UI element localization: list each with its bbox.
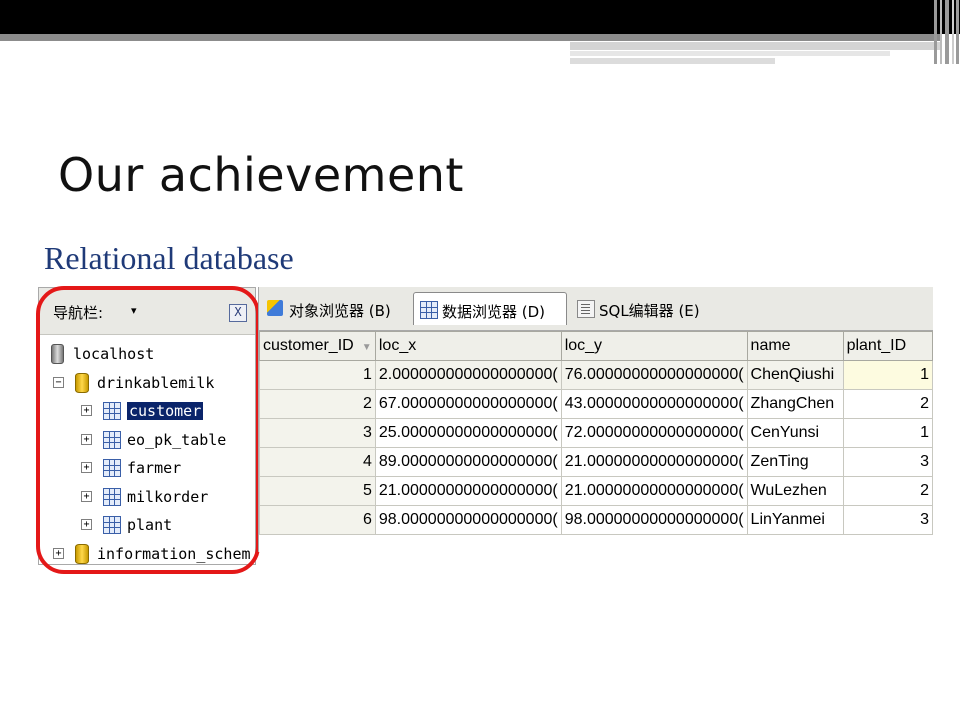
object-browser-icon [267,300,283,316]
decorative-stripe [570,51,890,56]
grid-header-row: customer_ID ▼ loc_x loc_y name plant_ID [259,331,934,361]
data-grid: customer_ID ▼ loc_x loc_y name plant_ID 1… [259,331,934,535]
decorative-stripe [570,58,775,64]
tab-object-browser[interactable]: 对象浏览器 (B) [261,292,407,324]
tab-bar: 对象浏览器 (B) 数据浏览器 (D) SQL编辑器 (E) [259,287,933,331]
column-header-plant-id[interactable]: plant_ID [842,331,934,361]
table-cell-plant-id[interactable]: 3 [842,505,934,535]
slide-subtitle: Relational database [44,240,294,276]
table-row[interactable]: 5 21.00000000000000000(21.000000000000000… [259,476,934,506]
table-cell-name[interactable]: CenYunsi [746,418,844,448]
sort-arrow-icon: ▼ [361,342,372,353]
column-header-loc-x[interactable]: loc_x [374,331,562,361]
column-header-name[interactable]: name [746,331,844,361]
decorative-stripe [570,42,940,50]
table-cell-plant-id[interactable]: 3 [842,447,934,477]
table-cell-loc-y[interactable]: 21.00000000000000000( [560,447,748,477]
table-cell-loc-x[interactable]: 98.00000000000000000( [374,505,562,535]
table-cell-loc-y[interactable]: 72.00000000000000000( [560,418,748,448]
table-row[interactable]: 6 98.00000000000000000(98.000000000000000… [259,505,934,535]
tab-label: 数据浏览器 (D) [442,303,546,321]
tab-label: SQL编辑器 (E) [599,302,700,320]
table-cell-loc-y[interactable]: 21.00000000000000000( [560,476,748,506]
top-banner-bar [0,0,960,34]
table-cell-plant-id[interactable]: 2 [842,389,934,419]
table-row[interactable]: 3 25.00000000000000000(72.000000000000000… [259,418,934,448]
column-header-loc-y[interactable]: loc_y [560,331,748,361]
data-browser-icon [420,301,438,319]
slide-title: Our achievement [58,148,464,202]
table-cell-loc-x[interactable]: 25.00000000000000000( [374,418,562,448]
table-cell-loc-x[interactable]: 67.00000000000000000( [374,389,562,419]
data-browser-panel: 对象浏览器 (B) 数据浏览器 (D) SQL编辑器 (E) customer_… [258,287,934,552]
highlight-circle [36,286,260,574]
table-cell-name[interactable]: ZhangChen [746,389,844,419]
tab-label: 对象浏览器 (B) [289,302,391,320]
table-cell-name[interactable]: ChenQiushi [746,360,844,390]
table-cell-plant-id[interactable]: 2 [842,476,934,506]
table-cell-customer-id[interactable]: 5 [259,476,376,506]
table-row[interactable]: 4 89.00000000000000000(21.000000000000000… [259,447,934,477]
tab-data-browser[interactable]: 数据浏览器 (D) [413,292,567,325]
table-cell-name[interactable]: ZenTing [746,447,844,477]
table-cell-loc-y[interactable]: 76.00000000000000000( [560,360,748,390]
table-cell-loc-y[interactable]: 98.00000000000000000( [560,505,748,535]
table-cell-loc-x[interactable]: 89.00000000000000000( [374,447,562,477]
table-row[interactable]: 2 67.00000000000000000(43.000000000000000… [259,389,934,419]
table-cell-customer-id[interactable]: 6 [259,505,376,535]
table-cell-plant-id[interactable]: 1 [842,360,934,390]
table-cell-name[interactable]: LinYanmei [746,505,844,535]
table-cell-customer-id[interactable]: 4 [259,447,376,477]
table-cell-customer-id[interactable]: 2 [259,389,376,419]
table-row[interactable]: 1 2.000000000000000000(76.000000000000000… [259,360,934,390]
sql-editor-icon [577,300,595,318]
table-cell-customer-id[interactable]: 1 [259,360,376,390]
top-banner-shadow [0,34,940,41]
tab-sql-editor[interactable]: SQL编辑器 (E) [571,292,721,324]
table-cell-name[interactable]: WuLezhen [746,476,844,506]
decorative-vertical-stripes [932,0,960,64]
table-cell-customer-id[interactable]: 3 [259,418,376,448]
table-cell-loc-y[interactable]: 43.00000000000000000( [560,389,748,419]
column-header-customer-id[interactable]: customer_ID ▼ [259,331,376,361]
table-cell-plant-id[interactable]: 1 [842,418,934,448]
table-cell-loc-x[interactable]: 2.000000000000000000( [374,360,562,390]
table-cell-loc-x[interactable]: 21.00000000000000000( [374,476,562,506]
